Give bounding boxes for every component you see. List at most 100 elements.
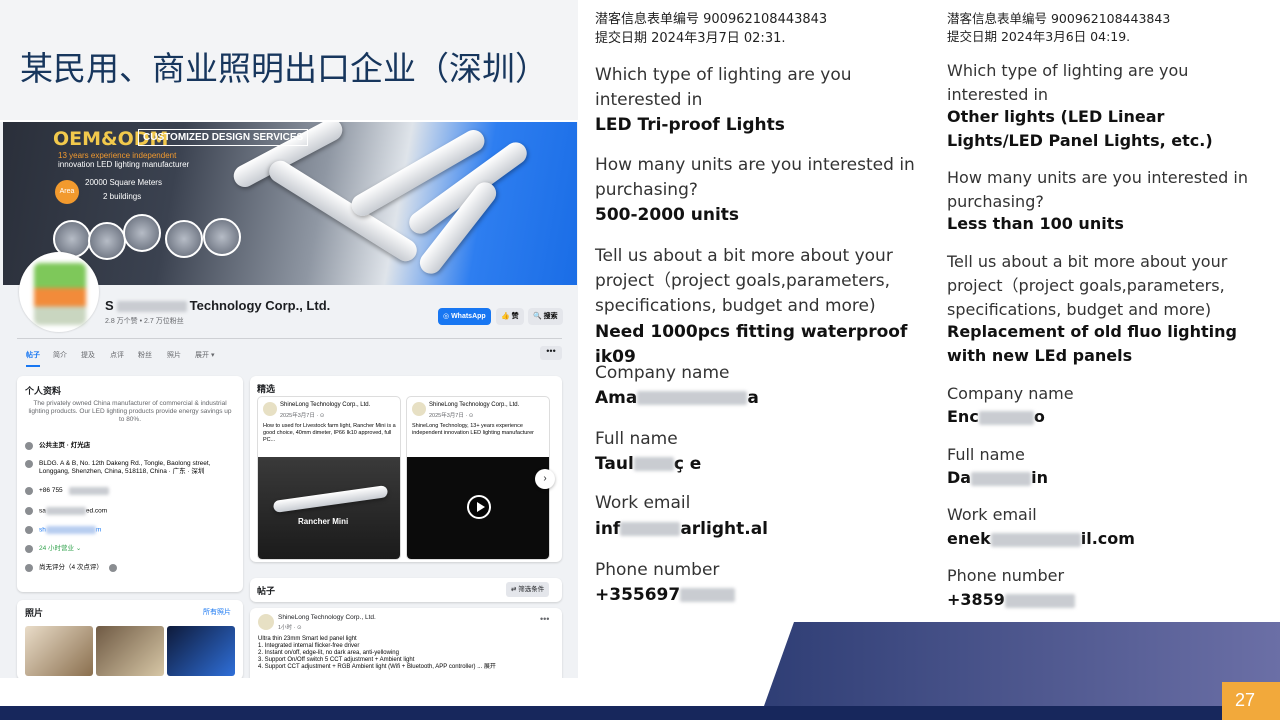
lead-form-2: 潜客信息表单编号 900962108443843 提交日期 2024年3月6日 … [930,0,1280,622]
question-phone: Phone number [947,566,1065,585]
address-row: BLDG. A & B, No. 12th Dakeng Rd., Tongle… [25,460,237,476]
post-date: 2025年3月7日 · ⊙ [429,413,474,419]
answer-lighting-type: LED Tri-proof Lights [595,115,785,135]
post-options-button[interactable]: ••• [540,614,549,624]
question-work-email: Work email [595,493,691,513]
question-work-email: Work email [947,505,1037,524]
tab-mentions[interactable]: 提及 [81,350,95,360]
form-id: 潜客信息表单编号 900962108443843 [947,11,1171,26]
tab-posts[interactable]: 帖子 [26,350,40,367]
filter-button[interactable]: ⇄ 筛选条件 [506,582,550,597]
next-arrow-icon[interactable]: › [535,469,555,489]
question-full-name: Full name [595,429,678,449]
redacted-text [620,522,681,536]
form-id: 潜客信息表单编号 900962108443843 [595,12,828,27]
profile-picture[interactable] [19,252,99,332]
cover-buildings: 2 buildings [103,192,142,201]
cover-badge: CUSTOMIZED DESIGN SERVICES [138,129,309,146]
intro-card: 个人资料 The privately owned China manufactu… [17,376,243,592]
tab-more[interactable]: 展开 ▾ [195,350,214,360]
play-icon[interactable] [467,495,491,519]
tab-about[interactable]: 简介 [53,350,67,360]
page-number: 27 [1234,690,1256,710]
whatsapp-button[interactable]: ◎ WhatsApp [438,308,491,325]
tab-photos[interactable]: 照片 [167,350,181,360]
cover-subtitle: 13 years experience independent [58,151,177,160]
all-photos-link[interactable]: 所有照片 [203,607,231,617]
question-lighting-type: Which type of lighting are you intereste… [595,65,852,110]
featured-card: 精选 ShineLong Technology Corp., Ltd. 2025… [250,376,562,562]
question-company: Company name [595,363,730,383]
phone-row: +86 755 [25,487,237,495]
answer-phone: +3859 [947,588,1262,612]
photo-thumbnail[interactable] [96,626,164,676]
redacted-text [633,457,674,471]
answer-work-email: inf arlight.al [595,519,768,539]
answer-company: Ama a [595,388,759,408]
location-icon [25,460,33,468]
post-author: ShineLong Technology Corp., Ltd. [278,614,376,621]
post-body: Ultra thin 23mm Smart led panel light 1.… [258,636,496,670]
post-author: ShineLong Technology Corp., Ltd. [280,402,371,408]
redacted-text [45,507,86,515]
post-text: How to used for Livestock farm light, Ra… [263,423,396,443]
more-options-button[interactable]: ••• [540,346,562,360]
search-button[interactable]: 🔍 搜索 [528,308,563,325]
answer-lighting-type: Other lights (LED Linear Lights/LED Pane… [947,107,1213,150]
hours-row[interactable]: 24 小时营业 ⌄ [25,545,237,553]
facebook-page-screenshot: OEM&ODM CUSTOMIZED DESIGN SERVICES 13 ye… [0,122,578,678]
photo-thumbnail[interactable] [25,626,93,676]
whatsapp-icon: ◎ [443,313,452,320]
featured-post[interactable]: ShineLong Technology Corp., Ltd. 2025年3月… [257,396,401,560]
featured-title: 精选 [257,384,276,394]
divider [17,338,562,339]
tab-reviews[interactable]: 点评 [110,350,124,360]
search-icon: 🔍 [533,313,544,320]
slide-title: 某民用、商业照明出口企业（深圳） [20,49,548,88]
star-icon [25,564,33,572]
post-image: Rancher Mini [258,457,400,559]
cover-area: 20000 Square Meters [85,178,162,187]
featured-post[interactable]: ShineLong Technology Corp., Ltd. 2025年3月… [406,396,550,560]
redacted-text [680,588,736,602]
photo-thumbnail[interactable] [167,626,235,676]
redacted-text [990,532,1081,547]
like-button[interactable]: 👍 赞 [496,308,524,325]
photos-title: 照片 [25,608,44,618]
blurred-logo [34,263,86,325]
decorative-slant-band [764,622,1280,706]
email-icon [25,507,33,515]
redacted-text [971,471,1032,486]
factory-thumbnail [123,214,161,252]
question-full-name: Full name [947,445,1025,464]
answer-units: 500-2000 units [595,205,740,225]
led-tube-image [272,485,389,513]
redacted-text [45,526,96,534]
tab-followers[interactable]: 粉丝 [138,350,152,360]
image-label: Rancher Mini [298,517,349,526]
post-time: 1小时 · ⊙ [278,625,302,631]
posts-header-card: 帖子 ⇄ 筛选条件 [250,578,562,602]
redacted-text [68,487,109,495]
intro-title: 个人资料 [25,386,62,396]
thumbs-up-icon: 👍 [501,313,512,320]
area-badge: Area [55,180,79,204]
post-date: 2025年3月7日 · ⊙ [280,413,325,419]
question-units: How many units are you interested in pur… [595,155,915,200]
website-row[interactable]: sh m [25,526,237,535]
redacted-text [978,410,1034,425]
rating-row: 尚无评分（4 次点评） [25,564,237,572]
clock-icon [25,545,33,553]
answer-phone: +355697 [595,583,925,608]
email-row[interactable]: sa ed.com [25,507,237,516]
submit-date: 提交日期 2024年3月7日 02:31. [595,31,786,46]
intro-description: The privately owned China manufacturer o… [28,400,232,423]
redacted-text [116,301,187,313]
globe-icon [25,526,33,534]
info-icon [108,564,117,572]
post-card: ShineLong Technology Corp., Ltd. 1小时 · ⊙… [250,608,562,678]
answer-work-email: enek il.com [947,529,1135,548]
avatar [258,614,274,630]
photos-card: 照片 所有照片 [17,600,243,678]
factory-thumbnail [165,220,203,258]
